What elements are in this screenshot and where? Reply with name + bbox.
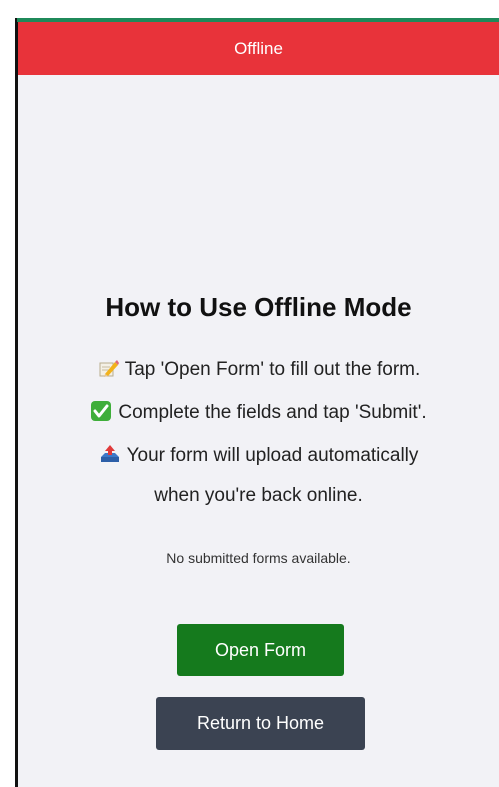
no-submitted-forms-message: No submitted forms available. [166,550,351,566]
offline-status-label: Offline [234,38,283,58]
device-frame: Offline How to Use Offline Mode Tap 'Ope… [0,0,499,787]
page-title: How to Use Offline Mode [105,292,412,322]
instruction-step-3-continuation: when you're back online. [154,485,363,506]
open-form-button[interactable]: Open Form [177,624,344,676]
instruction-step-1: Tap 'Open Form' to fill out the form. [18,353,499,387]
instruction-step-2: Complete the fields and tap 'Submit'. [18,396,499,430]
offline-screen: Offline How to Use Offline Mode Tap 'Ope… [18,22,499,787]
check-mark-icon [90,400,112,422]
return-to-home-button[interactable]: Return to Home [156,697,365,750]
return-to-home-button-label: Return to Home [196,713,325,733]
instruction-step-3-text: Your form will upload automatically [126,445,419,466]
memo-pencil-icon [97,357,119,379]
open-form-button-label: Open Form [214,639,307,660]
instruction-step-3: Your form will upload automatically [18,439,499,473]
instruction-step-1-text: Tap 'Open Form' to fill out the form. [124,359,421,380]
inbox-upload-icon [99,443,121,465]
instruction-step-2-text: Complete the fields and tap 'Submit'. [118,402,427,423]
offline-status-bar: Offline [18,22,499,75]
